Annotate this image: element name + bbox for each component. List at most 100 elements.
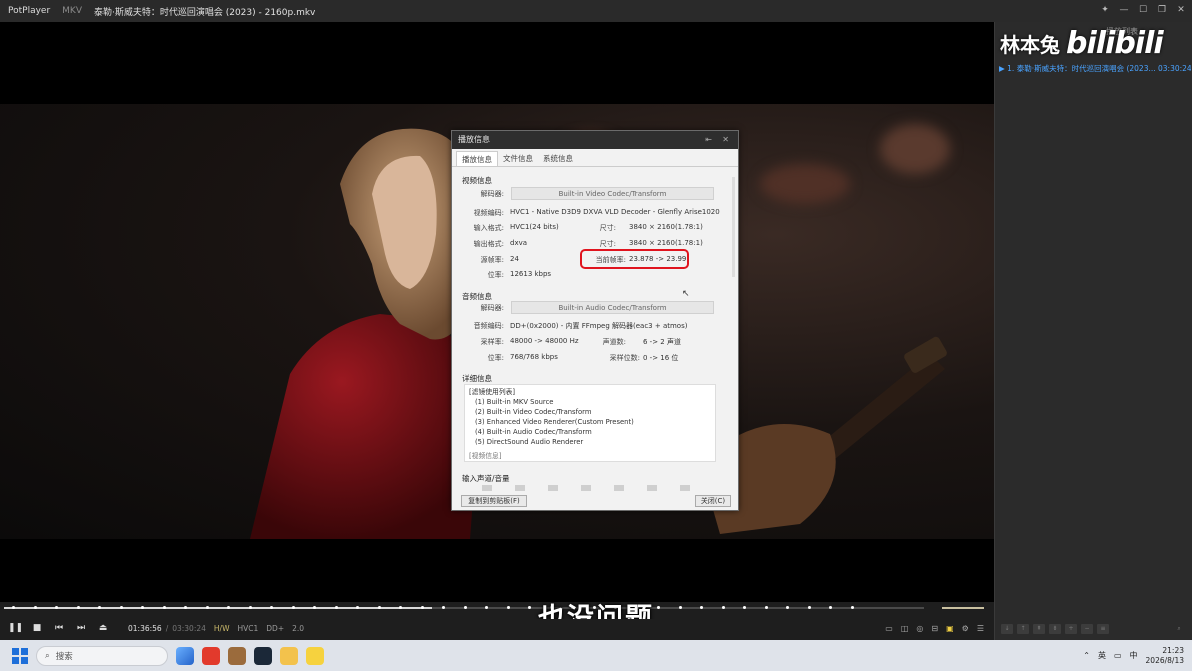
pin-icon[interactable]: ✦ [1100, 4, 1110, 16]
system-tray: ⌃ 英 ▭ 中 21:23 2026/8/13 [1083, 640, 1184, 671]
settings-icon[interactable]: ⚙ [962, 624, 969, 633]
vr-icon[interactable]: ◎ [916, 624, 923, 633]
uploader-name: 林本兔 [1000, 33, 1060, 57]
search-placeholder: 搜索 [55, 651, 73, 662]
playlist-toggle-icon[interactable]: ▣ [946, 624, 954, 633]
video-codec-badge[interactable]: HVC1 [238, 624, 259, 633]
playlist-item[interactable]: ▶ 1. 泰勒·斯威夫特：时代巡回演唱会 (2023... 03:30:24 [999, 63, 1191, 74]
audio-codec-badge[interactable]: DD+ [266, 624, 284, 633]
subtitle-icon[interactable]: ⊟ [931, 624, 938, 633]
pin-icon[interactable]: ⇤ [705, 131, 712, 149]
channel-badge[interactable]: 2.0 [292, 624, 304, 633]
video-decoder-button[interactable]: Built-in Video Codec/Transform [511, 187, 714, 200]
input-format-label: 输入格式: [473, 224, 504, 232]
3d-icon[interactable]: ◫ [901, 624, 909, 633]
video-codec-value: HVC1 - Native D3D9 DXVA VLD Decoder - Gl… [510, 208, 720, 216]
filter-item: (3) Enhanced Video Renderer(Custom Prese… [475, 418, 634, 426]
source-fps-value: 24 [510, 255, 519, 263]
previous-icon[interactable]: ⏮ [52, 623, 66, 633]
hw-badge[interactable]: H/W [214, 624, 230, 633]
tab-file-info[interactable]: 文件信息 [498, 151, 538, 166]
current-fps-label: 当前帧率: [595, 256, 626, 264]
dialog-title-bar: 播放信息 ⇤ ✕ [452, 131, 738, 149]
copy-to-clipboard-button[interactable]: 复制到剪贴板(F) [461, 495, 527, 507]
filter-item: (5) DirectSound Audio Renderer [475, 438, 584, 446]
audio-decoder-label: 解码器: [480, 304, 504, 312]
eject-icon[interactable]: ⏏ [96, 623, 110, 633]
output-size-label: 尺寸: [599, 240, 616, 248]
photos-app-icon[interactable] [176, 646, 194, 665]
playlist-panel: 播放列表 ▶ 1. 泰勒·斯威夫特：时代巡回演唱会 (2023... 03:30… [994, 22, 1192, 640]
file-explorer-icon[interactable] [280, 646, 298, 665]
menu-icon[interactable]: ☰ [977, 624, 984, 633]
minimize-icon[interactable]: — [1119, 4, 1129, 16]
windows-start-icon[interactable] [12, 647, 28, 664]
taskbar-search[interactable]: ⌕ 搜索 [36, 645, 168, 666]
audio-codec-value: DD+(0x2000) - 内置 FFmpeg 解码器(eac3 + atmos… [510, 322, 688, 330]
filter-item: (4) Built-in Audio Codec/Transform [475, 428, 592, 436]
pause-icon[interactable]: ❚❚ [8, 623, 23, 633]
wps-app-icon[interactable] [202, 646, 220, 665]
sample-rate-label: 采样率: [480, 338, 504, 346]
separator: / [165, 623, 169, 633]
potplayer-app-icon[interactable] [306, 646, 324, 665]
game-app-icon[interactable] [228, 646, 246, 665]
current-fps-value: 23.878 -> 23.99 [629, 255, 687, 263]
close-icon[interactable]: ✕ [1176, 4, 1186, 16]
video-area[interactable]: 播放信息 ⇤ ✕ 播放信息 文件信息 系统信息 视频信息 解码器: Built-… [0, 22, 994, 602]
filter-list-box[interactable]: [滤镜使用列表] (1) Built-in MKV Source (2) Bui… [464, 384, 716, 462]
tab-system-info[interactable]: 系统信息 [538, 151, 578, 166]
channels-label: 声道数: [602, 338, 626, 346]
input-channel-section-title: 输入声道/音量 [462, 474, 510, 483]
windows-taskbar: ⌕ 搜索 ⌃ 英 ▭ 中 21:23 2026/8/13 [0, 640, 1192, 671]
cut-off-line: [视频信息] [469, 452, 502, 460]
stop-icon[interactable]: ■ [30, 623, 44, 633]
mouse-cursor-icon: ↖ [682, 289, 690, 299]
dialog-title: 播放信息 [458, 135, 490, 144]
restore-icon[interactable]: ❐ [1157, 4, 1167, 16]
filter-list-title: [滤镜使用列表] [469, 388, 516, 396]
screen-icon[interactable]: ▭ [885, 624, 893, 633]
input-size-label: 尺寸: [599, 224, 616, 232]
window-title: 泰勒·斯威夫特：时代巡回演唱会 (2023) - 2160p.mkv [93, 7, 316, 18]
filter-item: (2) Built-in Video Codec/Transform [475, 408, 592, 416]
duration: 03:30:24 [172, 623, 206, 633]
chevron-up-icon[interactable]: ⌃ [1083, 651, 1090, 660]
clock-time: 21:23 [1162, 645, 1184, 655]
title-bar: PotPlayer MKV 泰勒·斯威夫特：时代巡回演唱会 (2023) - 2… [0, 0, 1192, 22]
steam-app-icon[interactable] [254, 646, 272, 665]
tab-playback-info[interactable]: 播放信息 [456, 151, 498, 166]
app-name[interactable]: PotPlayer [8, 6, 50, 16]
audio-bitrate-value: 768/768 kbps [510, 353, 558, 361]
close-icon[interactable]: ✕ [722, 131, 729, 149]
audio-section-title: 音频信息 [462, 292, 492, 301]
close-button[interactable]: 关闭(C) [695, 495, 731, 507]
channels-value: 6 -> 2 声道 [643, 338, 681, 346]
ime-mode[interactable]: 中 [1130, 650, 1138, 661]
control-bar: ❚❚ ■ ⏮ ⏭ ⏏ 01:36:56 / 03:30:24 H/W HVC1 … [0, 619, 994, 637]
bilibili-watermark: 林本兔 bilibili [1000, 26, 1164, 61]
filter-item: (1) Built-in MKV Source [475, 398, 554, 406]
audio-codec-label: 音频编码: [473, 322, 504, 330]
dialog-tabs: 播放信息 文件信息 系统信息 [452, 151, 738, 167]
input-size-value: 3840 × 2160(1.78:1) [629, 223, 703, 231]
sample-rate-value: 48000 -> 48000 Hz [510, 337, 579, 345]
video-decoder-label: 解码器: [480, 190, 504, 198]
maximize-icon[interactable]: ☐ [1138, 4, 1148, 16]
clock-date: 2026/8/13 [1145, 655, 1184, 665]
video-section-title: 视频信息 [462, 176, 492, 185]
format-label: MKV [62, 6, 82, 16]
potplayer-window: PotPlayer MKV 泰勒·斯威夫特：时代巡回演唱会 (2023) - 2… [0, 0, 1192, 671]
output-format-label: 输出格式: [473, 240, 504, 248]
channel-meters [482, 485, 712, 491]
bit-depth-value: 0 -> 16 位 [643, 354, 679, 362]
next-icon[interactable]: ⏭ [74, 623, 88, 633]
audio-decoder-button[interactable]: Built-in Audio Codec/Transform [511, 301, 714, 314]
video-bitrate-label: 位率: [487, 271, 504, 279]
dialog-scrollbar[interactable] [732, 177, 735, 277]
network-icon[interactable]: ▭ [1114, 651, 1122, 660]
clock[interactable]: 21:23 2026/8/13 [1146, 646, 1184, 666]
search-icon: ⌕ [45, 650, 50, 661]
right-controls: ▭ ◫ ◎ ⊟ ▣ ⚙ ☰ [885, 619, 984, 637]
ime-indicator[interactable]: 英 [1098, 650, 1106, 661]
